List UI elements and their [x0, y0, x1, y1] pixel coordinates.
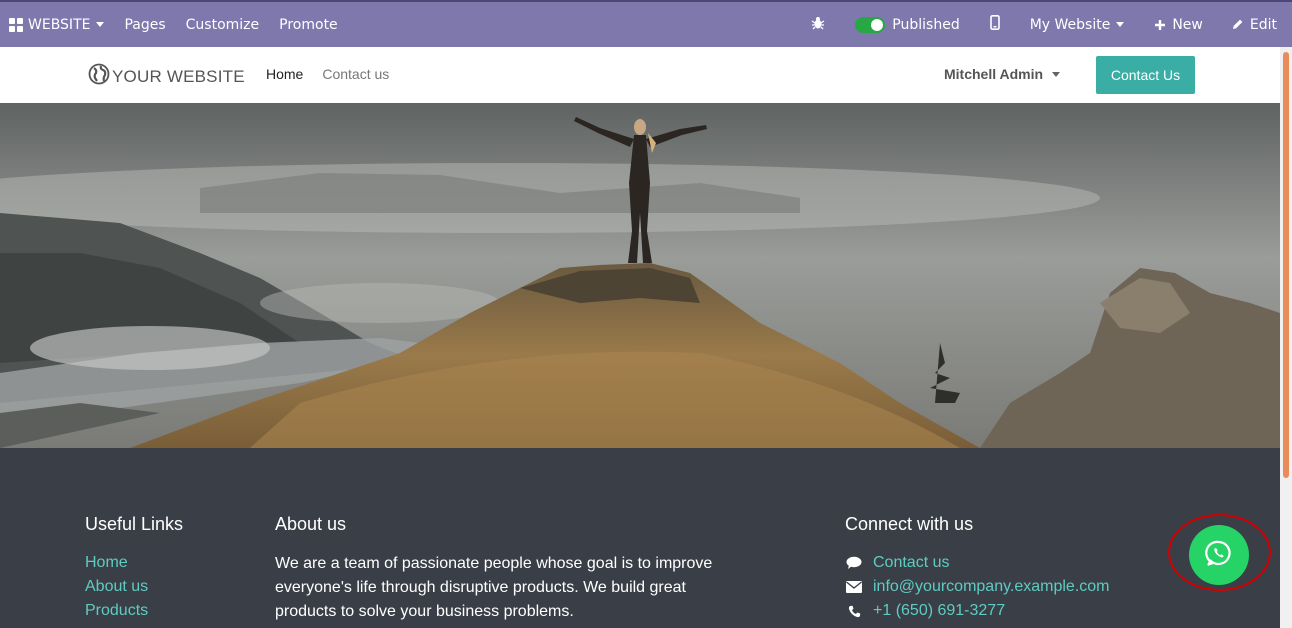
phone-row: +1 (650) 691-3277 [845, 602, 1005, 620]
new-label: New [1172, 16, 1203, 33]
website-menu[interactable]: WEBSITE [0, 2, 114, 47]
footer-link-home[interactable]: Home [85, 554, 128, 572]
my-website-label: My Website [1029, 16, 1111, 33]
website-menu-label: WEBSITE [28, 16, 91, 33]
admin-navbar: WEBSITE Pages Customize Promote Publishe… [0, 0, 1292, 47]
pages-menu[interactable]: Pages [114, 2, 175, 47]
nav-item-home[interactable]: Home [266, 66, 303, 82]
logo-text: YOUR WEBSITE [112, 66, 245, 86]
connect-title: Connect with us [845, 514, 974, 534]
whatsapp-icon [1205, 539, 1233, 571]
edit-button[interactable]: Edit [1221, 2, 1287, 47]
about-us-title: About us [275, 514, 347, 534]
chevron-down-icon [1052, 71, 1061, 77]
envelope-icon [845, 581, 863, 593]
phone-icon [845, 605, 863, 618]
phone-link[interactable]: +1 (650) 691-3277 [873, 602, 1005, 620]
nav-item-contact-us[interactable]: Contact us [322, 66, 389, 82]
website-header: YOUR WEBSITE Home Contact us Mitchell Ad… [0, 47, 1280, 103]
chevron-down-icon [1116, 22, 1125, 27]
footer-link-about-us[interactable]: About us [85, 578, 148, 596]
scrollbar-thumb[interactable] [1283, 52, 1289, 478]
main-nav: Home Contact us [266, 66, 408, 82]
globe-icon [88, 63, 112, 90]
mobile-icon [989, 15, 1000, 34]
contact-row: Contact us [845, 554, 949, 572]
email-link[interactable]: info@yourcompany.example.com [873, 578, 1110, 596]
plus-icon [1154, 19, 1166, 31]
customize-menu[interactable]: Customize [176, 2, 270, 47]
site-footer: Useful Links Home About us Products Abou… [0, 448, 1280, 628]
published-label: Published [892, 16, 960, 33]
promote-menu[interactable]: Promote [269, 2, 348, 47]
comment-icon [845, 556, 863, 570]
mobile-preview-button[interactable] [980, 2, 1020, 47]
published-toggle[interactable]: Published [845, 2, 979, 47]
my-website-menu[interactable]: My Website [1020, 2, 1145, 47]
apps-grid-icon [9, 17, 23, 32]
edit-label: Edit [1249, 16, 1277, 33]
email-row: info@yourcompany.example.com [845, 578, 1110, 596]
about-us-text: We are a team of passionate people whose… [275, 555, 713, 620]
new-button[interactable]: New [1144, 2, 1221, 47]
user-menu[interactable]: Mitchell Admin [944, 66, 1061, 82]
bug-icon [811, 16, 825, 34]
debug-button[interactable] [801, 2, 845, 47]
contact-us-link[interactable]: Contact us [873, 554, 949, 572]
useful-links-title: Useful Links [85, 514, 184, 534]
pencil-icon [1231, 18, 1244, 31]
user-name: Mitchell Admin [944, 66, 1044, 82]
toggle-switch[interactable] [855, 16, 886, 33]
footer-link-products[interactable]: Products [85, 602, 148, 620]
hero-banner-image [0, 103, 1280, 448]
contact-us-button[interactable]: Contact Us [1096, 56, 1195, 94]
chevron-down-icon [96, 22, 105, 27]
site-logo[interactable]: YOUR WEBSITE [88, 63, 245, 90]
whatsapp-button[interactable] [1189, 525, 1249, 585]
